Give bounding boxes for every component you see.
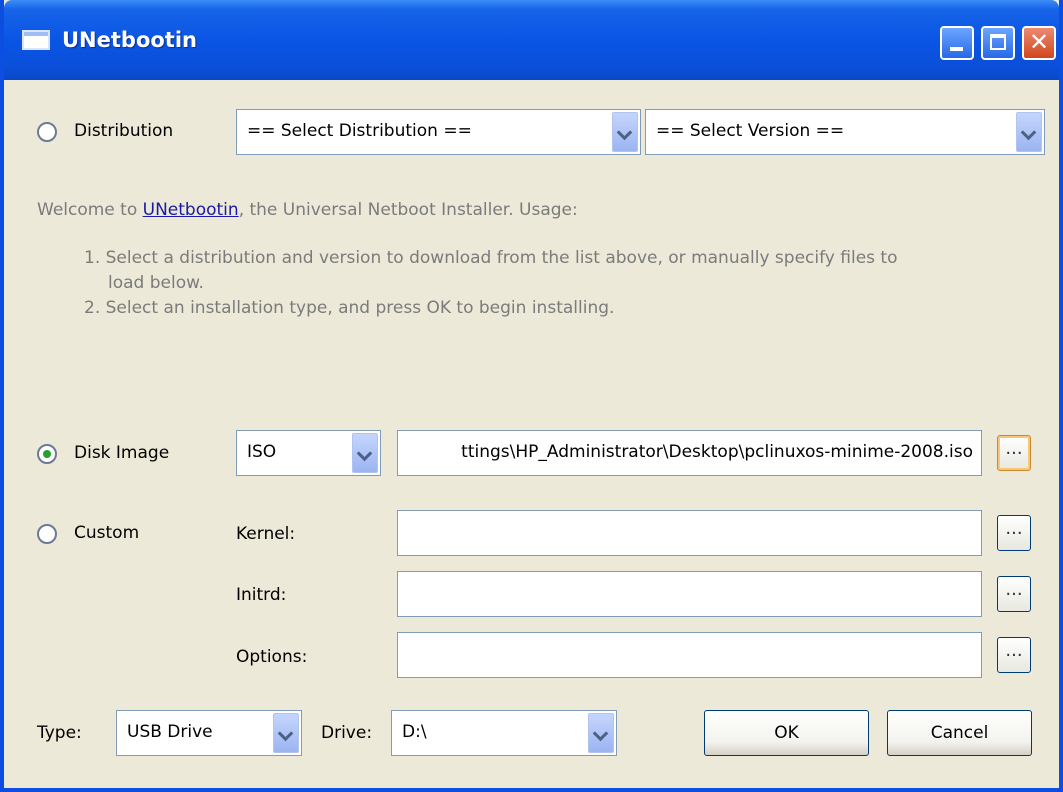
kernel-browse-button[interactable]: ...: [997, 515, 1031, 551]
ok-button[interactable]: OK: [704, 710, 869, 756]
disk-image-browse-button[interactable]: ...: [997, 435, 1031, 471]
disk-image-type-value: ISO: [247, 442, 277, 462]
type-label: Type:: [37, 723, 82, 743]
usage-steps: 1. Select a distribution and version to …: [84, 246, 897, 321]
options-field[interactable]: [397, 632, 982, 678]
title-bar[interactable]: UNetbootin ✕: [4, 0, 1059, 80]
unetbootin-window: UNetbootin ✕ Distribution == Select Dist…: [0, 0, 1063, 792]
kernel-field[interactable]: [397, 510, 982, 556]
version-select-value: == Select Version ==: [656, 121, 845, 141]
install-type-value: USB Drive: [127, 722, 213, 742]
unetbootin-link[interactable]: UNetbootin: [143, 200, 239, 220]
app-window-icon: [22, 30, 50, 50]
drive-select[interactable]: D:\: [391, 710, 617, 756]
drive-label: Drive:: [321, 723, 373, 743]
drive-value: D:\: [402, 722, 427, 742]
custom-label: Custom: [74, 523, 140, 543]
disk-image-path-value: ttings\HP_Administrator\Desktop\pclinuxo…: [461, 442, 973, 462]
maximize-button[interactable]: [981, 26, 1015, 60]
kernel-label: Kernel:: [236, 524, 296, 544]
chevron-down-icon[interactable]: [588, 713, 614, 753]
install-type-select[interactable]: USB Drive: [116, 710, 302, 756]
options-browse-button[interactable]: ...: [997, 637, 1031, 673]
welcome-prefix: Welcome to: [37, 200, 143, 220]
disk-image-radio[interactable]: [37, 444, 57, 464]
initrd-browse-button[interactable]: ...: [997, 576, 1031, 612]
cancel-button[interactable]: Cancel: [887, 710, 1032, 756]
chevron-down-icon[interactable]: [612, 112, 638, 152]
step-2: 2. Select an installation type, and pres…: [84, 298, 615, 318]
distribution-select[interactable]: == Select Distribution ==: [236, 109, 641, 155]
disk-image-type-select[interactable]: ISO: [236, 430, 381, 476]
disk-image-label: Disk Image: [74, 443, 170, 463]
options-label: Options:: [236, 647, 308, 667]
initrd-label: Initrd:: [236, 585, 287, 605]
window-title: UNetbootin: [62, 28, 197, 52]
chevron-down-icon[interactable]: [352, 433, 378, 473]
distribution-radio[interactable]: [37, 122, 57, 142]
custom-radio[interactable]: [37, 524, 57, 544]
welcome-suffix: , the Universal Netboot Installer. Usage…: [238, 200, 578, 220]
close-icon: ✕: [1028, 28, 1050, 56]
disk-image-path-field[interactable]: ttings\HP_Administrator\Desktop\pclinuxo…: [397, 430, 982, 476]
version-select[interactable]: == Select Version ==: [645, 109, 1045, 155]
distribution-label: Distribution: [74, 121, 174, 141]
minimize-button[interactable]: [940, 26, 974, 60]
chevron-down-icon[interactable]: [1016, 112, 1042, 152]
welcome-text: Welcome to UNetbootin, the Universal Net…: [37, 200, 578, 220]
chevron-down-icon[interactable]: [273, 713, 299, 753]
initrd-field[interactable]: [397, 571, 982, 617]
step-1-line-2: load below.: [108, 273, 204, 293]
step-1-line-1: 1. Select a distribution and version to …: [84, 248, 898, 268]
close-button[interactable]: ✕: [1022, 26, 1056, 60]
distribution-select-value: == Select Distribution ==: [247, 121, 472, 141]
